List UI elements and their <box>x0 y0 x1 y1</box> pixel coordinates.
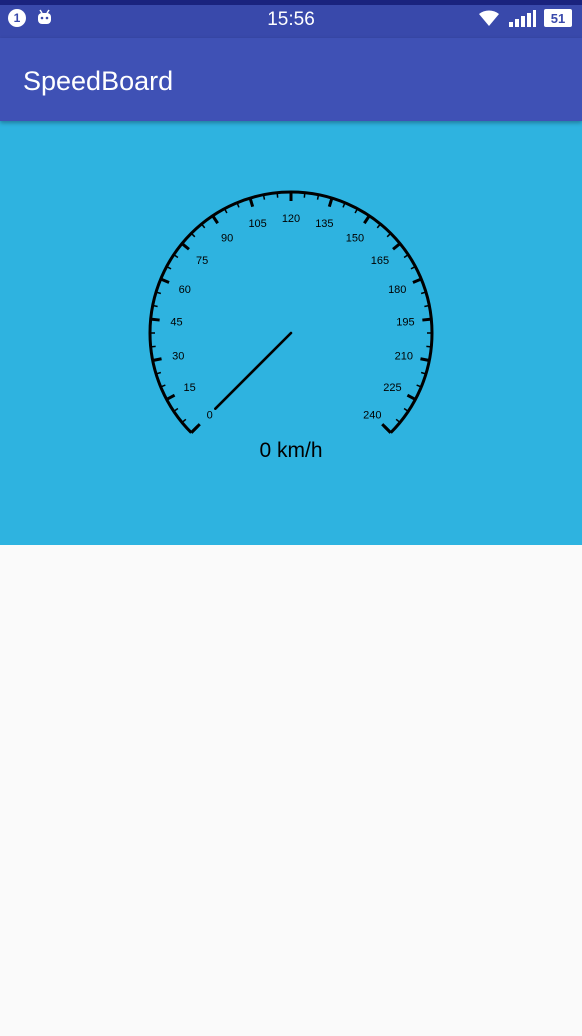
gauge-major-tick <box>422 317 432 322</box>
gauge-tick-label: 60 <box>179 284 191 296</box>
gauge-major-tick <box>152 357 162 362</box>
status-bar-edge <box>0 0 582 5</box>
gauge-tick-label: 150 <box>346 232 364 244</box>
gauge-tick-label: 180 <box>388 284 406 296</box>
gauge-minor-tick <box>316 194 320 200</box>
gauge-minor-tick <box>354 208 359 214</box>
gauge-end-cap <box>381 423 392 434</box>
gauge-minor-tick <box>386 232 392 238</box>
gauge-tick-label: 75 <box>196 255 208 267</box>
status-bar: 1 15:56 51 <box>0 0 582 38</box>
gauge-minor-tick <box>223 208 228 214</box>
gauge-minor-tick <box>410 265 416 270</box>
gauge-ticks <box>148 190 434 434</box>
speedometer-panel: 0 15 30 45 60 75 90 105 120 135 150 165 180 195 210 225… <box>0 121 582 545</box>
gauge-major-tick <box>165 393 176 401</box>
gauge-major-tick <box>181 242 190 251</box>
gauge-tick-label: 120 <box>282 213 300 225</box>
battery-icon: 51 <box>544 9 572 27</box>
gauge-end-cap <box>190 423 201 434</box>
gauge-major-tick <box>150 317 160 322</box>
gauge-tick-label: 165 <box>371 255 389 267</box>
gauge-tick-label: 195 <box>396 317 414 329</box>
app-title: SpeedBoard <box>23 66 174 96</box>
gauge-major-tick <box>327 197 334 208</box>
gauge-major-tick <box>392 242 401 251</box>
battery-level: 51 <box>550 10 566 26</box>
gauge-minor-tick <box>424 304 430 308</box>
app-bar: SpeedBoard <box>0 38 582 121</box>
gauge-major-tick <box>420 357 430 362</box>
gauge-tick-label: 45 <box>170 317 182 329</box>
gauge-tick-label: 210 <box>395 350 413 362</box>
gauge-tick-label: 0 <box>207 409 213 421</box>
content-area <box>0 545 582 1036</box>
gauge-major-tick <box>406 393 417 401</box>
signal-icon <box>509 10 536 32</box>
gauge-arc <box>148 190 434 434</box>
gauge-minor-tick <box>166 265 172 270</box>
gauge-minor-tick <box>152 304 158 308</box>
wifi-icon <box>478 9 500 32</box>
gauge-major-tick <box>211 214 219 225</box>
gauge-tick-label: 90 <box>221 232 233 244</box>
gauge-tick-label: 15 <box>183 382 195 394</box>
gauge-major-tick <box>248 197 255 208</box>
gauge-tick-label: 105 <box>248 218 266 230</box>
gauge-minor-tick <box>262 194 266 200</box>
gauge-tick-label: 240 <box>363 409 381 421</box>
gauge-major-tick <box>363 214 371 225</box>
gauge-tick-label: 225 <box>383 382 401 394</box>
speed-readout: 0 km/h <box>259 439 322 462</box>
speed-needle <box>214 331 293 410</box>
gauge-major-tick <box>412 277 422 284</box>
gauge-minor-tick <box>190 232 196 238</box>
gauge-tick-label: 135 <box>315 218 333 230</box>
speedometer-gauge: 0 15 30 45 60 75 90 105 120 135 150 165 180 195 210 225… <box>148 190 434 462</box>
gauge-tick-labels: 0 15 30 45 60 75 90 105 120 135 150 165 180 195 210 225… <box>170 213 414 421</box>
gauge-major-tick <box>160 277 170 284</box>
gauge-tick-label: 30 <box>172 350 184 362</box>
